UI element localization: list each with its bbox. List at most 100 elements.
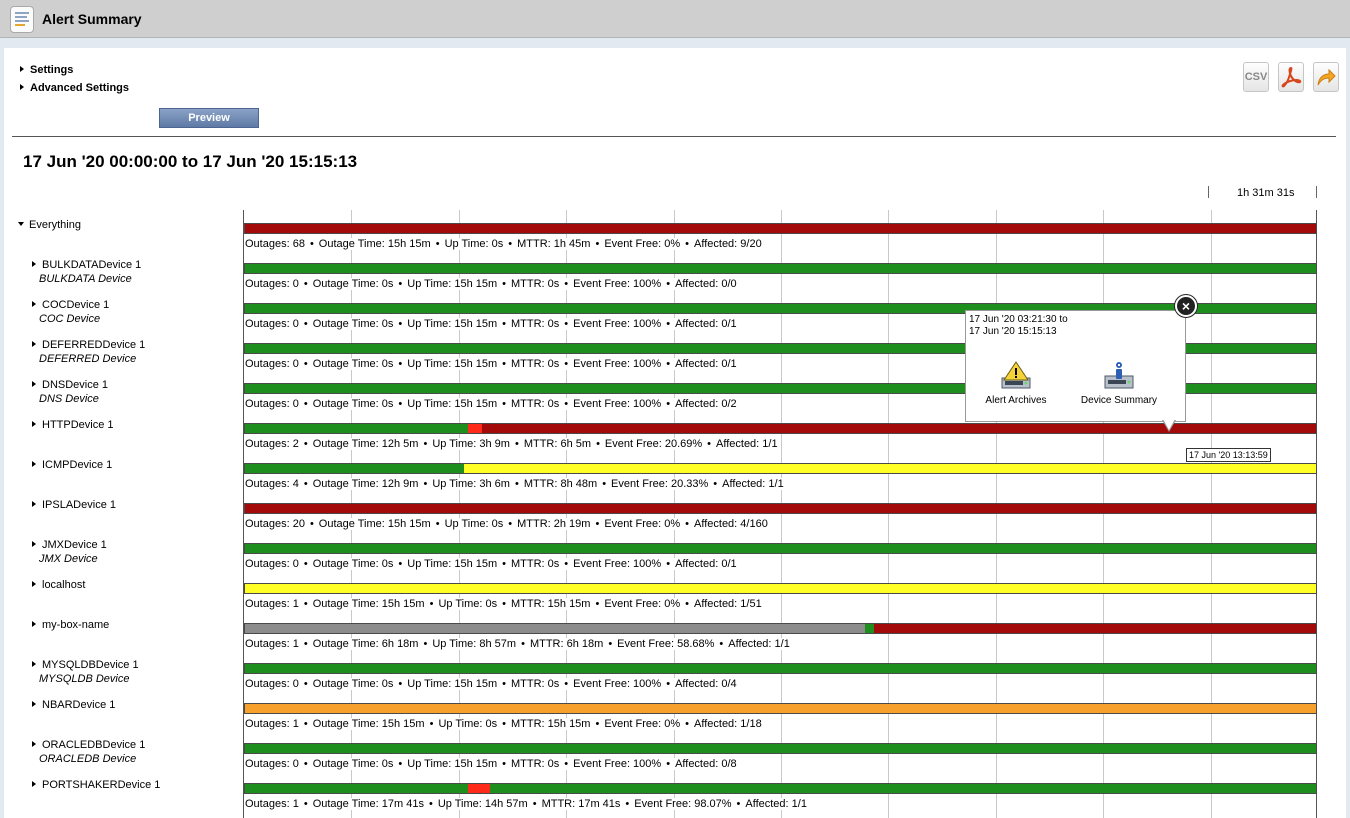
separator-dot: • bbox=[595, 598, 600, 610]
status-bar[interactable] bbox=[244, 423, 1317, 434]
status-bar[interactable] bbox=[244, 463, 1317, 474]
row-name: DEFERREDDevice 1 bbox=[42, 339, 146, 351]
separator-dot: • bbox=[666, 358, 671, 370]
separator-dot: • bbox=[564, 358, 569, 370]
stat-affected: Affected: 0/0 bbox=[675, 278, 737, 290]
separator-dot: • bbox=[398, 398, 403, 410]
stat-up-time: Up Time: 15h 15m bbox=[407, 358, 498, 370]
stat-event-free: Event Free: 20.69% bbox=[604, 438, 703, 450]
alert-archives-button[interactable]: Alert Archives bbox=[984, 361, 1048, 406]
row-name: JMXDevice 1 bbox=[42, 539, 107, 551]
separator-dot: • bbox=[719, 638, 724, 650]
status-bar[interactable] bbox=[244, 263, 1317, 274]
expand-arrow-icon bbox=[32, 781, 36, 787]
stat-event-free: Event Free: 100% bbox=[573, 278, 662, 290]
row-label[interactable]: HTTPDevice 1 bbox=[32, 419, 114, 431]
row-stats: Outages: 1 • Outage Time: 15h 15m • Up Time:… bbox=[245, 598, 762, 610]
status-bar[interactable] bbox=[244, 623, 1317, 634]
separator-dot: • bbox=[423, 438, 428, 450]
row-label[interactable]: BULKDATADevice 1 BULKDATA Device bbox=[32, 259, 141, 285]
row-name: DNSDevice 1 bbox=[42, 379, 109, 391]
stat-event-free: Event Free: 100% bbox=[573, 678, 662, 690]
stat-event-free: Event Free: 0% bbox=[604, 518, 681, 530]
row-label[interactable]: COCDevice 1 COC Device bbox=[32, 299, 109, 325]
row-label[interactable]: localhost bbox=[32, 579, 85, 591]
row-label[interactable]: PORTSHAKERDevice 1 bbox=[32, 779, 160, 791]
separator-dot: • bbox=[303, 398, 308, 410]
row-label[interactable]: Everything bbox=[18, 219, 81, 231]
pdf-icon bbox=[1281, 66, 1302, 88]
separator-dot: • bbox=[685, 238, 690, 250]
expand-arrow-icon bbox=[32, 341, 36, 347]
status-segment-critical bbox=[482, 424, 1316, 433]
close-icon[interactable]: × bbox=[1175, 295, 1197, 317]
export-pdf-button[interactable] bbox=[1278, 62, 1304, 92]
alert-archives-label: Alert Archives bbox=[985, 395, 1047, 406]
row-subtitle: MYSQLDB Device bbox=[39, 673, 130, 685]
stat-up-time: Up Time: 8h 57m bbox=[432, 638, 517, 650]
expand-arrow-icon bbox=[32, 421, 36, 427]
stat-outages: Outages: 1 bbox=[245, 718, 299, 730]
stat-affected: Affected: 1/18 bbox=[694, 718, 762, 730]
stat-up-time: Up Time: 3h 6m bbox=[432, 478, 510, 490]
status-segment-ok bbox=[865, 624, 874, 633]
status-bar[interactable] bbox=[244, 543, 1317, 554]
separator-dot: • bbox=[564, 758, 569, 770]
settings-toggle[interactable]: Settings bbox=[20, 64, 73, 76]
popup-time-range: 17 Jun '20 03:21:30 to 17 Jun '20 15:15:… bbox=[969, 314, 1068, 338]
separator-dot: • bbox=[428, 798, 433, 810]
stat-mttr: MTTR: 8h 48m bbox=[523, 478, 598, 490]
status-bar[interactable] bbox=[244, 223, 1317, 234]
stat-mttr: MTTR: 0s bbox=[511, 358, 560, 370]
scale-label: 1h 31m 31s bbox=[1237, 187, 1295, 199]
separator-dot: • bbox=[398, 758, 403, 770]
status-bar[interactable] bbox=[244, 583, 1317, 594]
stat-outage-time: Outage Time: 15h 15m bbox=[318, 238, 431, 250]
stat-event-free: Event Free: 0% bbox=[604, 598, 681, 610]
row-subtitle: JMX Device bbox=[39, 553, 98, 565]
advanced-settings-toggle[interactable]: Advanced Settings bbox=[20, 82, 129, 94]
status-segment-ok bbox=[245, 544, 1316, 553]
row-label[interactable]: my-box-name bbox=[32, 619, 109, 631]
alert-archives-icon bbox=[1001, 361, 1031, 389]
separator-dot: • bbox=[736, 798, 741, 810]
separator-dot: • bbox=[666, 398, 671, 410]
row-label[interactable]: MYSQLDBDevice 1 MYSQLDB Device bbox=[32, 659, 139, 685]
status-bar[interactable] bbox=[244, 703, 1317, 714]
timeline-gridline bbox=[996, 210, 997, 818]
row-label[interactable]: IPSLADevice 1 bbox=[32, 499, 116, 511]
status-bar[interactable] bbox=[244, 743, 1317, 754]
export-share-button[interactable] bbox=[1313, 62, 1339, 92]
separator-dot: • bbox=[685, 598, 690, 610]
preview-button[interactable]: Preview bbox=[159, 108, 259, 128]
separator-dot: • bbox=[303, 318, 308, 330]
row-label[interactable]: ICMPDevice 1 bbox=[32, 459, 112, 471]
separator-dot: • bbox=[521, 638, 525, 650]
status-segment-outage_red bbox=[468, 784, 490, 793]
stat-event-free: Event Free: 100% bbox=[573, 318, 662, 330]
stat-mttr: MTTR: 17m 41s bbox=[541, 798, 621, 810]
row-label[interactable]: DEFERREDDevice 1 DEFERRED Device bbox=[32, 339, 145, 365]
separator-dot: • bbox=[303, 278, 308, 290]
status-bar[interactable] bbox=[244, 503, 1317, 514]
stat-outages: Outages: 20 bbox=[245, 518, 305, 530]
stat-outage-time: Outage Time: 0s bbox=[312, 678, 394, 690]
row-name: HTTPDevice 1 bbox=[42, 419, 114, 431]
row-stats: Outages: 1 • Outage Time: 15h 15m • Up Time:… bbox=[245, 718, 762, 730]
row-label[interactable]: NBARDevice 1 bbox=[32, 699, 115, 711]
stat-affected: Affected: 1/1 bbox=[722, 478, 784, 490]
row-label[interactable]: JMXDevice 1 JMX Device bbox=[32, 539, 107, 565]
expand-arrow-icon bbox=[32, 741, 36, 747]
device-summary-button[interactable]: Device Summary bbox=[1074, 361, 1164, 406]
separator-dot: • bbox=[666, 318, 671, 330]
date-range-title: 17 Jun '20 00:00:00 to 17 Jun '20 15:15:… bbox=[23, 152, 358, 171]
row-name: ORACLEDBDevice 1 bbox=[42, 739, 146, 751]
row-label[interactable]: ORACLEDBDevice 1 ORACLEDB Device bbox=[32, 739, 145, 765]
status-bar[interactable] bbox=[244, 783, 1317, 794]
stat-outages: Outages: 0 bbox=[245, 558, 299, 570]
stat-event-free: Event Free: 100% bbox=[573, 758, 662, 770]
row-label[interactable]: DNSDevice 1 DNS Device bbox=[32, 379, 108, 405]
separator-dot: • bbox=[303, 478, 308, 490]
status-bar[interactable] bbox=[244, 663, 1317, 674]
export-csv-button[interactable]: CSV bbox=[1243, 62, 1269, 92]
